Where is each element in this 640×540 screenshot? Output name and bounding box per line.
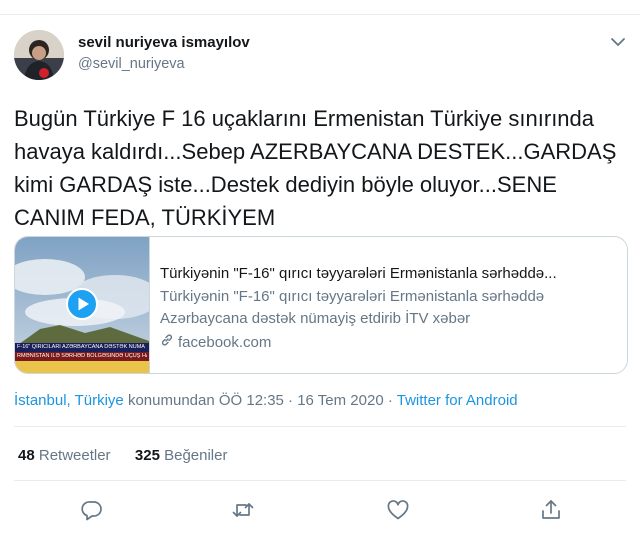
play-icon[interactable] — [66, 288, 98, 320]
reply-icon[interactable] — [78, 496, 106, 524]
link-card[interactable]: F-16" QIRICILARI AZƏRBAYCANA DƏSTƏK NÜMA… — [14, 236, 628, 374]
retweets-stat[interactable]: 48 Retweetler — [18, 447, 111, 464]
card-description: Azərbaycana dəstək nümayiş etdirib İTV x… — [160, 310, 471, 327]
card-domain-text: facebook.com — [178, 333, 272, 351]
tweet-stats: 48 Retweetler 325 Beğeniler — [18, 447, 227, 464]
like-icon[interactable] — [384, 496, 412, 524]
chevron-down-icon[interactable] — [604, 30, 632, 54]
card-description: Türkiyənin "F-16" qırıcı təyyarələri Erm… — [160, 288, 545, 305]
share-icon[interactable] — [537, 496, 565, 524]
card-video-thumbnail[interactable]: F-16" QIRICILARI AZƏRBAYCANA DƏSTƏK NÜMA… — [15, 237, 150, 373]
tweet-meta: İstanbul, Türkiye konumundan ÖÖ 12:35 · … — [14, 392, 518, 409]
source-link[interactable]: Twitter for Android — [397, 392, 518, 409]
author-handle[interactable]: @sevil_nuriyeva — [78, 56, 185, 72]
link-icon — [160, 333, 178, 351]
retweets-count: 48 — [18, 447, 35, 464]
card-domain: facebook.com — [160, 333, 271, 351]
timestamp: konumundan ÖÖ 12:35 · 16 Tem 2020 · — [123, 392, 397, 409]
tweet-text: Bugün Türkiye F 16 uçaklarını Ermenistan… — [14, 106, 617, 230]
likes-label: Beğeniler — [159, 447, 228, 464]
avatar[interactable] — [14, 30, 64, 80]
card-title: Türkiyənin "F-16" qırıcı təyyarələri Erm… — [160, 265, 557, 282]
divider — [14, 426, 626, 427]
media-caption: RMƏNİSTAN İLƏ SƏRHƏD BÖLGƏSİNDƏ UÇUŞ HAY… — [17, 353, 147, 359]
media-caption: F-16" QIRICILARI AZƏRBAYCANA DƏSTƏK NÜMA — [17, 344, 145, 350]
top-divider — [0, 0, 640, 15]
likes-stat[interactable]: 325 Beğeniler — [135, 447, 228, 464]
retweets-label: Retweetler — [34, 447, 111, 464]
likes-count: 325 — [134, 447, 160, 464]
location-link[interactable]: İstanbul, Türkiye — [14, 392, 124, 409]
author-name[interactable]: sevil nuriyeva ismayılov — [78, 34, 250, 51]
divider — [14, 480, 626, 481]
retweet-icon[interactable] — [229, 496, 257, 524]
